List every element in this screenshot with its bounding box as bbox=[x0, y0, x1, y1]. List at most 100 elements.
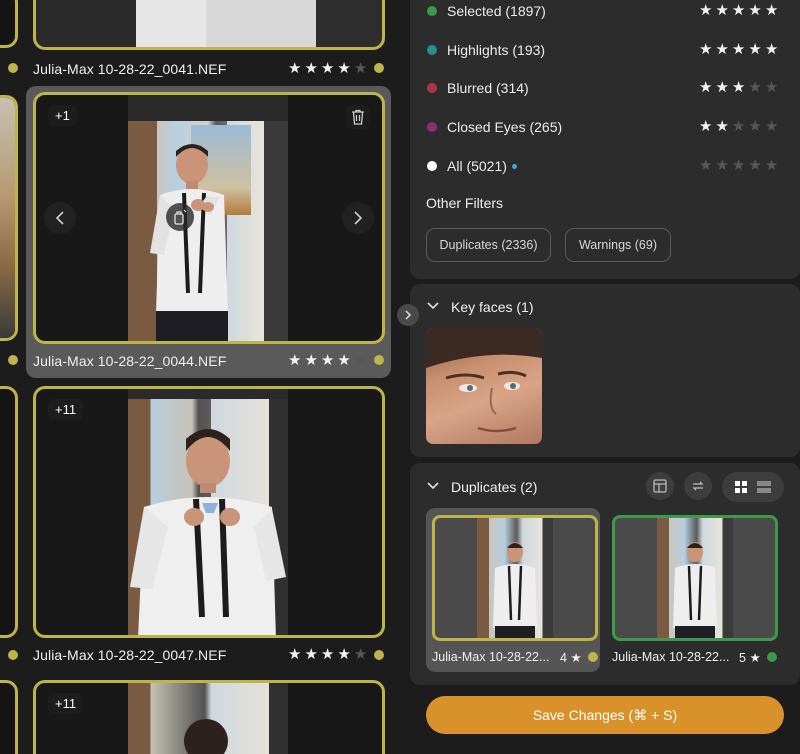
star-icon[interactable]: ★ bbox=[715, 119, 728, 134]
person-figure bbox=[130, 429, 286, 635]
star-icon[interactable]: ★ bbox=[337, 353, 350, 368]
star-icon[interactable]: ★ bbox=[765, 42, 778, 57]
star-icon[interactable]: ★ bbox=[715, 3, 728, 18]
filter-row[interactable]: Closed Eyes (265) ★ ★ ★ ★ ★ bbox=[410, 117, 800, 137]
star-icon[interactable]: ★ bbox=[765, 80, 778, 95]
star-icon[interactable]: ★ bbox=[748, 119, 761, 134]
photo-card[interactable]: +1 bbox=[33, 92, 385, 344]
star-rating-filter[interactable]: ★ ★ ★ ★ ★ bbox=[699, 3, 778, 18]
star-icon[interactable]: ★ bbox=[699, 3, 712, 18]
star-icon[interactable]: ★ bbox=[699, 158, 712, 173]
star-icon[interactable]: ★ bbox=[337, 647, 350, 662]
star-icon[interactable]: ★ bbox=[354, 353, 367, 368]
face-detect-icon[interactable] bbox=[166, 203, 194, 231]
key-faces-title[interactable]: Key faces (1) bbox=[451, 299, 533, 315]
filter-row[interactable]: Selected (1897) ★ ★ ★ ★ ★ bbox=[410, 1, 800, 21]
star-icon[interactable]: ★ bbox=[321, 647, 334, 662]
star-icon[interactable]: ★ bbox=[732, 3, 745, 18]
trash-icon[interactable] bbox=[346, 105, 370, 129]
other-filters-title: Other Filters bbox=[426, 195, 504, 211]
star-icon[interactable]: ★ bbox=[699, 80, 712, 95]
star-rating-filter[interactable]: ★ ★ ★ ★ ★ bbox=[699, 158, 778, 173]
duplicate-filename: Julia-Max 10-28-22... bbox=[612, 650, 730, 664]
prev-arrow-icon[interactable] bbox=[44, 202, 76, 234]
status-dot bbox=[8, 650, 18, 660]
duplicates-filter-pill[interactable]: Duplicates (2336) bbox=[426, 228, 551, 262]
star-icon[interactable]: ★ bbox=[765, 119, 778, 134]
filter-row[interactable]: All (5021) ★ ★ ★ ★ ★ bbox=[410, 156, 800, 176]
filter-label: Blurred (314) bbox=[447, 80, 529, 96]
star-icon[interactable]: ★ bbox=[304, 61, 317, 76]
filter-label: Highlights (193) bbox=[447, 42, 546, 58]
star-icon[interactable]: ★ bbox=[304, 353, 317, 368]
warnings-filter-pill[interactable]: Warnings (69) bbox=[565, 228, 671, 262]
star-icon[interactable]: ★ bbox=[715, 42, 728, 57]
star-icon[interactable]: ★ bbox=[732, 119, 745, 134]
key-face-thumbnail[interactable] bbox=[426, 328, 542, 444]
filter-row[interactable]: Blurred (314) ★ ★ ★ ★ ★ bbox=[410, 78, 800, 98]
swap-icon[interactable] bbox=[684, 472, 712, 500]
status-dot bbox=[588, 652, 598, 662]
star-icon[interactable]: ★ bbox=[732, 158, 745, 173]
photo-card-partial[interactable] bbox=[0, 0, 18, 48]
star-icon[interactable]: ★ bbox=[765, 158, 778, 173]
photo-filename: Julia-Max 10-28-22_0044.NEF bbox=[33, 353, 227, 369]
star-icon[interactable]: ★ bbox=[715, 80, 728, 95]
active-indicator-dot bbox=[512, 164, 517, 169]
photo-card-partial[interactable] bbox=[0, 386, 18, 638]
color-dot bbox=[427, 6, 437, 16]
star-icon: ★ bbox=[570, 651, 582, 665]
star-icon[interactable]: ★ bbox=[748, 42, 761, 57]
star-icon[interactable]: ★ bbox=[288, 61, 301, 76]
star-rating[interactable]: ★ ★ ★ ★ ★ bbox=[288, 61, 367, 76]
view-mode-toggle[interactable] bbox=[722, 472, 784, 502]
star-icon[interactable]: ★ bbox=[321, 353, 334, 368]
app-root: Julia-Max 10-28-22_0041.NEF ★ ★ ★ ★ ★ +1… bbox=[0, 0, 800, 754]
filter-row[interactable]: Highlights (193) ★ ★ ★ ★ ★ bbox=[410, 40, 800, 60]
list-view-icon[interactable] bbox=[756, 480, 772, 494]
color-dot bbox=[427, 122, 437, 132]
star-icon[interactable]: ★ bbox=[748, 3, 761, 18]
star-icon[interactable]: ★ bbox=[304, 647, 317, 662]
star-icon[interactable]: ★ bbox=[748, 158, 761, 173]
next-arrow-icon[interactable] bbox=[342, 202, 374, 234]
star-rating[interactable]: ★ ★ ★ ★ ★ bbox=[288, 353, 367, 368]
star-icon[interactable]: ★ bbox=[699, 119, 712, 134]
status-dot bbox=[767, 652, 777, 662]
photo-card-partial[interactable] bbox=[0, 95, 18, 341]
duplicate-rating: 5 ★ bbox=[739, 651, 761, 665]
star-icon: ★ bbox=[749, 651, 761, 665]
star-icon[interactable]: ★ bbox=[288, 353, 301, 368]
photo-card[interactable] bbox=[33, 0, 385, 50]
status-dot bbox=[8, 63, 18, 73]
star-rating-filter[interactable]: ★ ★ ★ ★ ★ bbox=[699, 80, 778, 95]
photo-card[interactable]: +11 bbox=[33, 680, 385, 754]
star-icon[interactable]: ★ bbox=[699, 42, 712, 57]
star-rating[interactable]: ★ ★ ★ ★ ★ bbox=[288, 647, 367, 662]
star-icon[interactable]: ★ bbox=[715, 158, 728, 173]
duplicate-thumbnail[interactable] bbox=[432, 515, 598, 641]
star-rating-filter[interactable]: ★ ★ ★ ★ ★ bbox=[699, 42, 778, 57]
save-changes-button[interactable]: Save Changes (⌘ + S) bbox=[426, 696, 784, 734]
duplicate-rating: 4 ★ bbox=[560, 651, 582, 665]
grid-view-icon[interactable] bbox=[734, 480, 748, 494]
photo-card[interactable]: +11 bbox=[33, 386, 385, 638]
duplicate-thumbnail[interactable] bbox=[612, 515, 778, 641]
star-icon[interactable]: ★ bbox=[732, 80, 745, 95]
star-icon[interactable]: ★ bbox=[337, 61, 350, 76]
star-icon[interactable]: ★ bbox=[732, 42, 745, 57]
star-icon[interactable]: ★ bbox=[354, 647, 367, 662]
chevron-down-icon[interactable] bbox=[426, 481, 440, 491]
star-icon[interactable]: ★ bbox=[765, 3, 778, 18]
star-icon[interactable]: ★ bbox=[288, 647, 301, 662]
photo-card-partial[interactable] bbox=[0, 680, 18, 754]
expand-panel-button[interactable] bbox=[397, 304, 419, 326]
layout-icon[interactable] bbox=[646, 472, 674, 500]
duplicates-title[interactable]: Duplicates (2) bbox=[451, 479, 537, 495]
chevron-down-icon[interactable] bbox=[426, 301, 440, 311]
star-icon[interactable]: ★ bbox=[321, 61, 334, 76]
star-rating-filter[interactable]: ★ ★ ★ ★ ★ bbox=[699, 119, 778, 134]
star-icon[interactable]: ★ bbox=[354, 61, 367, 76]
star-icon[interactable]: ★ bbox=[748, 80, 761, 95]
status-dot bbox=[374, 63, 384, 73]
